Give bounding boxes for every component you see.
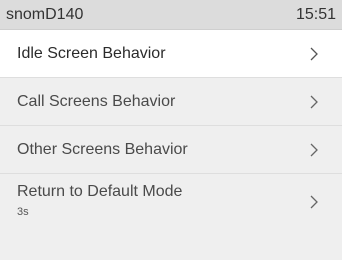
menu-item-label: Call Screens Behavior bbox=[17, 92, 176, 110]
menu-item-label: Return to Default Mode bbox=[17, 183, 183, 200]
settings-menu: Idle Screen Behavior Call Screens Behavi… bbox=[0, 30, 342, 230]
clock: 15:51 bbox=[295, 6, 336, 23]
menu-item-label: Idle Screen Behavior bbox=[17, 44, 166, 62]
chevron-right-icon bbox=[310, 95, 318, 108]
chevron-right-icon bbox=[310, 47, 318, 60]
device-name: snomD140 bbox=[6, 6, 84, 23]
menu-item-call-screens-behavior[interactable]: Call Screens Behavior bbox=[0, 78, 342, 126]
menu-item-value: 3s bbox=[17, 206, 29, 218]
menu-item-return-to-default-mode[interactable]: Return to Default Mode 3s bbox=[0, 174, 342, 230]
menu-item-other-screens-behavior[interactable]: Other Screens Behavior bbox=[0, 126, 342, 174]
phone-screen: snomD140 15:51 Idle Screen Behavior Call… bbox=[0, 0, 342, 260]
menu-item-idle-screen-behavior[interactable]: Idle Screen Behavior bbox=[0, 30, 342, 78]
chevron-right-icon bbox=[310, 143, 318, 156]
chevron-right-icon bbox=[310, 195, 318, 209]
menu-item-label: Other Screens Behavior bbox=[17, 140, 188, 158]
status-bar: snomD140 15:51 bbox=[0, 0, 342, 30]
